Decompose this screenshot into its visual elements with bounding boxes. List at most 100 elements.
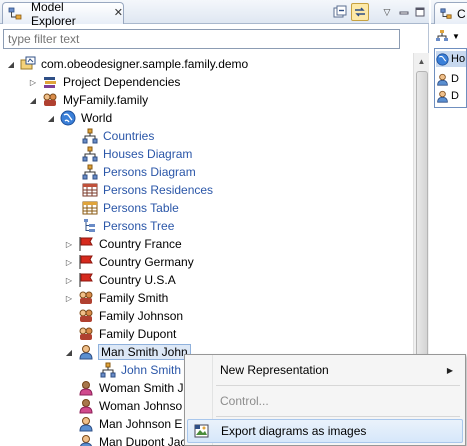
chevron-down-icon: ▽ bbox=[383, 6, 391, 17]
dependencies-icon bbox=[42, 74, 58, 90]
tree-item-representation[interactable]: Persons Table bbox=[82, 199, 180, 217]
expanded-arrow-icon[interactable]: ◢ bbox=[28, 95, 38, 105]
globe-icon bbox=[60, 110, 76, 126]
menu-item-control[interactable]: Control... bbox=[187, 389, 463, 413]
flag-icon bbox=[78, 236, 94, 252]
collapsed-arrow-icon[interactable]: ▷ bbox=[64, 239, 74, 249]
menu-item-new-representation[interactable]: New Representation ▶ bbox=[187, 358, 463, 382]
woman-icon bbox=[78, 380, 94, 396]
table-icon bbox=[82, 200, 98, 216]
list-item[interactable]: Ho bbox=[436, 51, 466, 67]
secondary-tab-bar: C bbox=[431, 0, 467, 24]
tree-item-label: Woman Johnso bbox=[99, 399, 183, 413]
model-explorer-icon bbox=[438, 6, 454, 22]
view-tab-bar: Model Explorer ✕ ▽ bbox=[0, 0, 429, 28]
hierarchy-icon[interactable] bbox=[434, 28, 450, 44]
collapse-all-icon bbox=[333, 5, 347, 18]
tree-item-label: Country U.S.A bbox=[99, 273, 176, 287]
scroll-up-arrow-icon[interactable]: ▲ bbox=[414, 53, 429, 69]
tree-item-label: Country Germany bbox=[99, 255, 194, 269]
list-item[interactable]: D bbox=[436, 88, 459, 104]
link-with-editor-button[interactable] bbox=[351, 3, 369, 21]
tree-item-representation[interactable]: Persons Residences bbox=[82, 181, 214, 199]
collapsed-arrow-icon[interactable]: ▷ bbox=[64, 257, 74, 267]
tree-item-representation[interactable]: Countries bbox=[82, 127, 155, 145]
tree-item-family[interactable]: Family Dupont bbox=[78, 325, 177, 343]
tree-item-family[interactable]: Family Johnson bbox=[78, 307, 184, 325]
expanded-arrow-icon[interactable]: ◢ bbox=[46, 113, 56, 123]
maximize-button[interactable] bbox=[411, 3, 429, 21]
tree-item-representation[interactable]: Persons Tree bbox=[82, 217, 175, 235]
globe-icon bbox=[436, 52, 449, 66]
minimize-icon bbox=[399, 11, 409, 15]
close-icon[interactable]: ✕ bbox=[114, 8, 123, 19]
man-icon bbox=[78, 344, 94, 360]
menu-separator bbox=[216, 385, 460, 386]
flag-icon bbox=[78, 272, 94, 288]
collapsed-arrow-icon[interactable]: ▷ bbox=[64, 275, 74, 285]
expanded-arrow-icon[interactable]: ◢ bbox=[6, 59, 16, 69]
family-icon bbox=[78, 326, 94, 342]
view-title: Model Explorer bbox=[31, 0, 76, 28]
man-icon bbox=[436, 90, 449, 103]
tree-item-representation[interactable]: Persons Diagram bbox=[82, 163, 197, 181]
tree-item-label: Man Smith John bbox=[98, 344, 191, 360]
list-item[interactable]: D bbox=[436, 71, 459, 87]
tree-item-representation[interactable]: John Smith bbox=[100, 361, 182, 379]
tree-item-world[interactable]: ◢ World bbox=[46, 109, 113, 127]
tab-model-explorer[interactable]: Model Explorer ✕ bbox=[2, 0, 124, 28]
tree-item-label: Project Dependencies bbox=[63, 75, 181, 89]
tab-label: C bbox=[457, 6, 466, 21]
tree-item-label: Persons Diagram bbox=[103, 165, 196, 179]
tree-item-country[interactable]: ▷ Country France bbox=[64, 235, 183, 253]
tree-item-label: Persons Table bbox=[103, 201, 179, 215]
tree-item-label: Houses Diagram bbox=[103, 147, 193, 161]
tree-item-person[interactable]: Woman Smith J bbox=[78, 379, 184, 397]
flag-icon bbox=[78, 254, 94, 270]
tree-item-person[interactable]: Man Johnson E bbox=[78, 415, 183, 433]
export-image-icon bbox=[194, 423, 210, 442]
tree-item-family[interactable]: ▷ Family Smith bbox=[64, 289, 169, 307]
family-icon bbox=[78, 290, 94, 306]
link-with-editor-icon bbox=[355, 7, 365, 17]
list-item-label: Ho bbox=[451, 53, 466, 65]
tree-item-label: World bbox=[81, 111, 113, 125]
diagram-icon bbox=[82, 164, 98, 180]
menu-item-label: Export diagrams as images bbox=[221, 424, 367, 438]
expanded-arrow-icon[interactable]: ◢ bbox=[64, 347, 74, 357]
tree-item-model[interactable]: ◢ MyFamily.family bbox=[28, 91, 149, 109]
scrollbar-thumb[interactable] bbox=[416, 71, 428, 401]
cross-table-icon bbox=[82, 182, 98, 198]
tree-item-person-selected[interactable]: ◢ Man Smith John bbox=[64, 343, 191, 361]
tree-item-label: Country France bbox=[99, 237, 182, 251]
collapsed-arrow-icon[interactable]: ▷ bbox=[64, 293, 74, 303]
tree-item-project-dependencies[interactable]: ▷ Project Dependencies bbox=[28, 73, 181, 91]
chevron-down-icon[interactable]: ▼ bbox=[452, 32, 460, 41]
filter-input[interactable] bbox=[3, 29, 400, 49]
man-icon bbox=[78, 416, 94, 432]
menu-item-export-diagrams[interactable]: Export diagrams as images bbox=[187, 419, 463, 443]
secondary-toolbar: ▼ bbox=[431, 25, 467, 47]
tab-secondary-view[interactable]: C bbox=[434, 2, 467, 24]
tree-item-person[interactable]: Woman Johnso bbox=[78, 397, 183, 415]
diagram-icon bbox=[82, 128, 98, 144]
tree-item-country[interactable]: ▷ Country U.S.A bbox=[64, 271, 177, 289]
tree-item-label: com.obeodesigner.sample.family.demo bbox=[41, 57, 249, 71]
context-menu: New Representation ▶ Control... Export d… bbox=[184, 354, 466, 446]
collapse-all-button[interactable] bbox=[331, 3, 349, 21]
collapsed-arrow-icon[interactable]: ▷ bbox=[28, 77, 38, 87]
tree-item-label: Family Smith bbox=[99, 291, 169, 305]
tree-item-label: MyFamily.family bbox=[63, 93, 149, 107]
tree-item-label: Persons Tree bbox=[103, 219, 175, 233]
man-icon bbox=[78, 434, 94, 446]
list-item-label: D bbox=[451, 73, 459, 85]
tree-item-project[interactable]: ◢ com.obeodesigner.sample.family.demo bbox=[6, 55, 249, 73]
tree-item-representation[interactable]: Houses Diagram bbox=[82, 145, 193, 163]
maximize-icon bbox=[415, 7, 425, 17]
tree-item-label: Family Johnson bbox=[99, 309, 184, 323]
woman-icon bbox=[78, 398, 94, 414]
tree-item-country[interactable]: ▷ Country Germany bbox=[64, 253, 195, 271]
view-menu-button[interactable]: ▽ bbox=[378, 3, 396, 21]
tree-item-label: John Smith bbox=[121, 363, 182, 377]
secondary-tree: Ho D D bbox=[434, 48, 467, 108]
